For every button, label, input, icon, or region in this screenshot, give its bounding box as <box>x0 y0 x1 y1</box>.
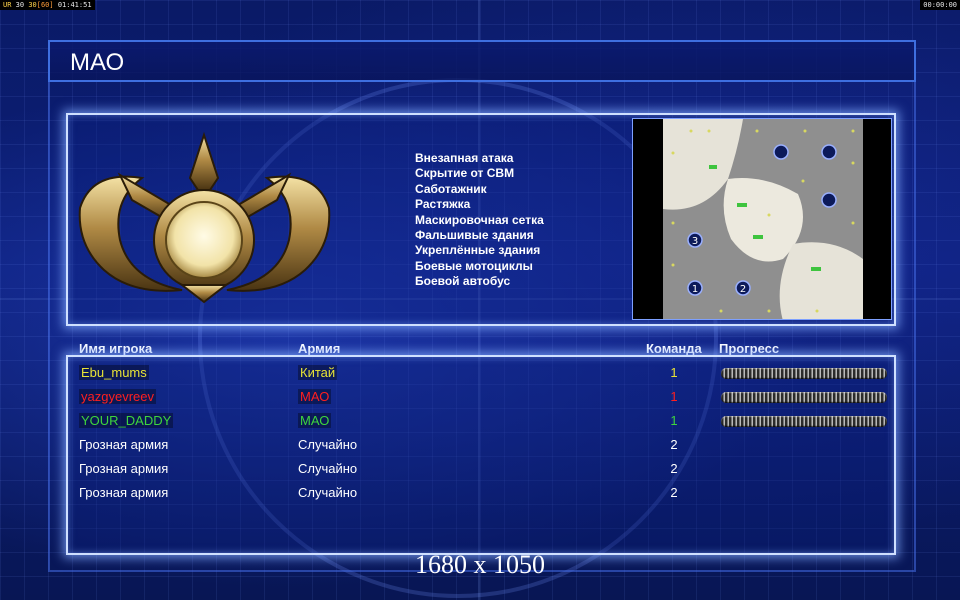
player-army: МАО <box>298 413 332 428</box>
player-army: Случайно <box>298 437 358 452</box>
start-position-label: 3 <box>692 236 698 247</box>
player-progress-bar <box>721 392 887 403</box>
header-progress: Прогресс <box>719 341 780 356</box>
general-power-item: Боевой автобус <box>415 274 511 289</box>
hud-left: UR 30 30[60] 01:41:51 <box>0 0 95 10</box>
player-row: yazgyevreev МАО 1 <box>0 389 960 413</box>
player-row: Грозная армия Случайно 2 <box>0 437 960 461</box>
player-army: Китай <box>298 365 338 380</box>
general-power-item: Укреплённые здания <box>415 243 541 258</box>
player-team: 2 <box>670 437 678 452</box>
hud-tag: UR <box>3 1 12 9</box>
player-name: YOUR_DADDY <box>79 413 174 428</box>
header-army: Армия <box>298 341 341 356</box>
hud-clock: 01:41:51 <box>57 1 92 9</box>
general-powers-list: Внезапная атака Скрытие от СВМ Саботажни… <box>415 151 544 290</box>
player-name: Грозная армия <box>79 461 169 476</box>
general-power-item: Саботажник <box>415 181 487 196</box>
player-name: Грозная армия <box>79 485 169 500</box>
map-preview: 3 1 2 <box>632 118 892 320</box>
player-name: Ebu_mums <box>79 365 149 380</box>
general-power-item: Скрытие от СВМ <box>415 166 515 181</box>
minimap: 3 1 2 <box>663 119 863 319</box>
player-team: 1 <box>670 365 678 380</box>
player-row: Грозная армия Случайно 2 <box>0 461 960 485</box>
china-emblem-icon <box>78 131 331 304</box>
general-power-item: Внезапная атака <box>415 151 514 165</box>
general-power-item: Маскировочная сетка <box>415 212 544 227</box>
player-row: Ebu_mums Китай 1 <box>0 365 960 389</box>
hud-game-timer: 00:00:00 <box>920 0 960 10</box>
player-army: Случайно <box>298 461 358 476</box>
general-power-item: Растяжка <box>415 197 471 212</box>
general-power-item: Фальшивые здания <box>415 228 534 243</box>
player-team: 1 <box>670 389 678 404</box>
player-progress-bar <box>721 368 887 379</box>
general-power-item: Боевые мотоциклы <box>415 258 533 273</box>
player-team: 2 <box>670 485 678 500</box>
player-army: МАО <box>298 389 332 404</box>
start-position-label: 2 <box>740 284 746 295</box>
hud-fps: 30 <box>15 1 25 9</box>
resolution-label: 1680 x 1050 <box>415 550 545 579</box>
hud-fps-2: 30 <box>28 1 37 9</box>
player-row: YOUR_DADDY МАО 1 <box>0 413 960 437</box>
start-position-label: 1 <box>692 284 698 295</box>
player-team: 2 <box>670 461 678 476</box>
header-team: Команда <box>646 341 702 356</box>
player-name: Грозная армия <box>79 437 169 452</box>
title-bar: МАО <box>48 40 916 82</box>
player-army: Случайно <box>298 485 358 500</box>
player-progress-bar <box>721 416 887 427</box>
player-name: yazgyevreev <box>79 389 156 404</box>
general-title: МАО <box>70 49 125 76</box>
hud-fps-limit: [60] <box>36 1 54 9</box>
player-team: 1 <box>670 413 678 428</box>
player-row: Грозная армия Случайно 2 <box>0 485 960 509</box>
header-player-name: Имя игрока <box>79 341 153 356</box>
